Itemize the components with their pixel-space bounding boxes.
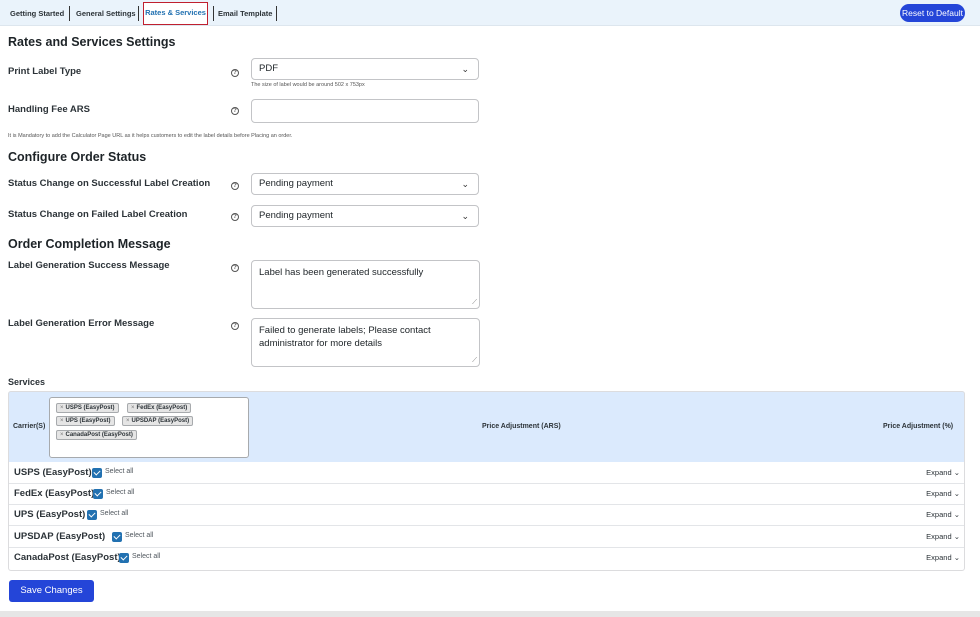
status-success-label: Status Change on Successful Label Creati… — [8, 178, 211, 189]
print-label-note: The size of label would be around 502 x … — [251, 82, 365, 88]
print-label-type-label: Print Label Type — [8, 66, 82, 77]
help-icon[interactable]: ? — [231, 69, 239, 77]
help-icon[interactable]: ? — [231, 322, 239, 330]
success-message-value: Label has been generated successfully — [259, 267, 424, 278]
status-failed-value: Pending payment — [259, 210, 333, 221]
rates-heading: Rates and Services Settings — [8, 35, 176, 49]
mandatory-note: It is Mandatory to add the Calculator Pa… — [8, 133, 293, 139]
print-label-type-value: PDF — [259, 63, 278, 74]
status-success-value: Pending payment — [259, 178, 333, 189]
tab-divider — [138, 6, 139, 21]
error-message-value: Failed to generate labels; Please contac… — [259, 325, 431, 349]
reset-to-default-button[interactable]: Reset to Default — [900, 4, 965, 22]
resize-handle-icon[interactable]: ⟋ — [472, 357, 477, 364]
tab-divider — [276, 6, 277, 21]
status-success-select[interactable]: Pending payment ⌄ — [251, 173, 479, 195]
tab-divider — [213, 6, 214, 21]
tab-email-template[interactable]: Email Template — [218, 3, 272, 24]
services-table — [8, 391, 965, 571]
footer-bar — [0, 611, 980, 617]
handling-fee-input[interactable] — [251, 99, 479, 123]
save-changes-button[interactable]: Save Changes — [9, 580, 94, 602]
help-icon[interactable]: ? — [231, 213, 239, 221]
order-status-heading: Configure Order Status — [8, 150, 147, 164]
help-icon[interactable]: ? — [231, 107, 239, 115]
services-label: Services — [8, 377, 46, 387]
tab-bar: Getting Started General Settings Rates &… — [0, 0, 980, 26]
success-message-textarea[interactable]: Label has been generated successfully ⟋ — [251, 260, 480, 309]
chevron-down-icon: ⌄ — [461, 211, 469, 221]
status-failed-select[interactable]: Pending payment ⌄ — [251, 205, 479, 227]
status-failed-label: Status Change on Failed Label Creation — [8, 209, 188, 220]
chevron-down-icon: ⌄ — [461, 64, 469, 74]
error-message-textarea[interactable]: Failed to generate labels; Please contac… — [251, 318, 480, 367]
completion-heading: Order Completion Message — [8, 237, 171, 251]
tab-rates-services[interactable]: Rates & Services — [143, 2, 208, 25]
error-message-label: Label Generation Error Message — [8, 318, 155, 329]
resize-handle-icon[interactable]: ⟋ — [472, 299, 477, 306]
success-message-label: Label Generation Success Message — [8, 260, 170, 271]
tab-getting-started[interactable]: Getting Started — [10, 3, 64, 24]
tab-divider — [69, 6, 70, 21]
handling-fee-label: Handling Fee ARS — [8, 104, 90, 115]
chevron-down-icon: ⌄ — [461, 179, 469, 189]
tab-general-settings[interactable]: General Settings — [76, 3, 136, 24]
help-icon[interactable]: ? — [231, 264, 239, 272]
help-icon[interactable]: ? — [231, 182, 239, 190]
print-label-type-select[interactable]: PDF ⌄ — [251, 58, 479, 80]
